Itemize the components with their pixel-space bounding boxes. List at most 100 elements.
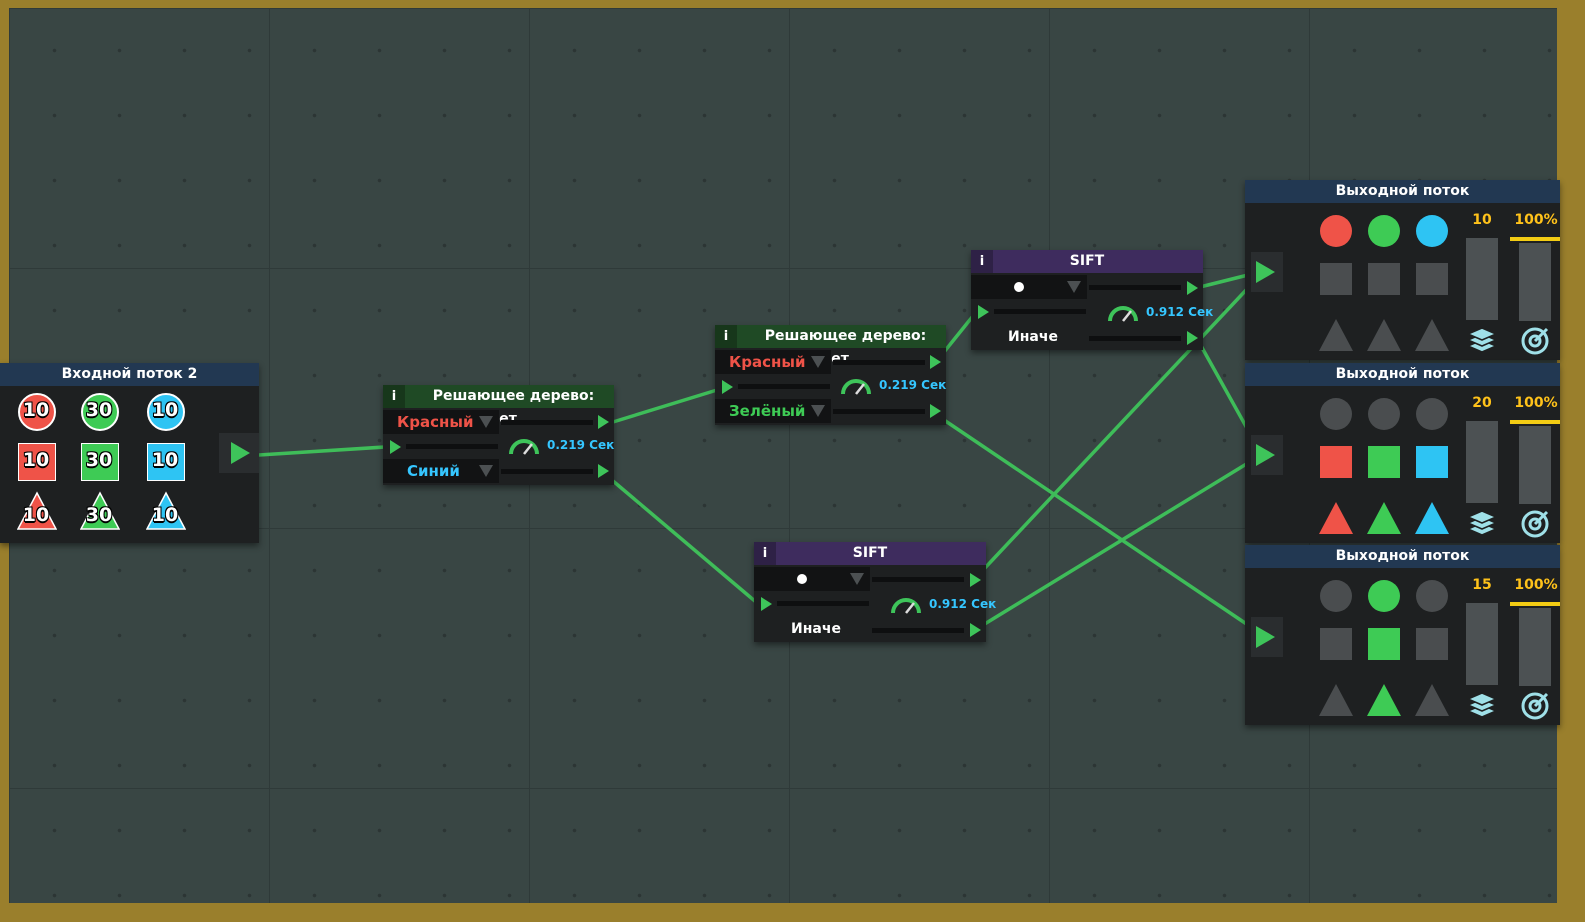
play-triangle-icon: [1256, 444, 1275, 466]
play-triangle-icon: [1256, 626, 1275, 648]
count-bar: [1466, 421, 1498, 503]
input-item-triangle-red: 10: [17, 491, 57, 537]
item-count: 30: [85, 504, 113, 526]
chevron-down-icon: [479, 416, 493, 428]
target-icon[interactable]: [1520, 691, 1550, 721]
output-port-icon[interactable]: [930, 404, 941, 418]
target-icon[interactable]: [1520, 326, 1550, 356]
item-count: 10: [151, 399, 179, 421]
output-stream-node-1[interactable]: Выходной поток 10 100%: [1245, 180, 1560, 360]
target-circle-green: [1368, 580, 1400, 612]
decision-tree-node-2[interactable]: i Решающее дерево: цвет Красный 0.219 Се…: [715, 325, 946, 425]
input-port-icon[interactable]: [722, 380, 733, 394]
info-icon[interactable]: i: [383, 385, 405, 408]
target-triangle-gray: [1319, 319, 1353, 351]
target-triangle-blue: [1415, 502, 1449, 534]
shape-select[interactable]: [971, 275, 1087, 299]
output-port-icon[interactable]: [930, 355, 941, 369]
input-item-circle-green: 30: [80, 392, 120, 432]
speed-value: 0.219 Сек: [879, 378, 947, 392]
target-circle-gray: [1416, 398, 1448, 430]
output-percent: 100%: [1514, 577, 1558, 593]
count-bar: [1466, 238, 1498, 320]
item-count: 10: [22, 399, 50, 421]
color-select-1[interactable]: Красный: [715, 350, 831, 374]
target-triangle-green: [1367, 684, 1401, 716]
else-label: Иначе: [791, 621, 841, 637]
target-square-gray: [1416, 263, 1448, 295]
info-icon[interactable]: i: [971, 250, 993, 273]
output-input-port[interactable]: [1251, 252, 1283, 292]
input-play-button[interactable]: [219, 433, 259, 473]
layers-icon: [1467, 510, 1497, 536]
sift-node-1[interactable]: i SIFT 0.912 Сек Иначе: [971, 250, 1213, 350]
else-output-port-icon[interactable]: [970, 623, 981, 637]
color-select-2[interactable]: Зелёный: [715, 399, 831, 423]
output-port-icon[interactable]: [1187, 281, 1198, 295]
percent-progress-bar: [1510, 237, 1560, 241]
target-triangle-gray: [1415, 319, 1449, 351]
target-circle-green: [1368, 215, 1400, 247]
color-select-1[interactable]: Красный: [383, 410, 499, 434]
item-count: 10: [151, 449, 179, 471]
speed-gauge-icon: [841, 379, 871, 395]
percent-bar: [1519, 426, 1551, 504]
sift-node-2[interactable]: i SIFT 0.912 Сек Иначе: [754, 542, 996, 642]
speed-value: 0.219 Сек: [547, 438, 615, 452]
count-bar: [1466, 603, 1498, 685]
output-input-port[interactable]: [1251, 435, 1283, 475]
decision-tree-node-1[interactable]: i Решающее дерево: цвет Красный 0.219 Се…: [383, 385, 614, 485]
sift-node-title: SIFT: [852, 545, 888, 561]
shape-select[interactable]: [754, 567, 870, 591]
input-item-circle-red: 10: [17, 392, 57, 432]
info-icon[interactable]: i: [715, 325, 737, 348]
output-node-title: Выходной поток: [1245, 180, 1560, 203]
output-stream-node-3[interactable]: Выходной поток 15 100%: [1245, 545, 1560, 725]
else-output-port-icon[interactable]: [1187, 331, 1198, 345]
target-circle-gray: [1368, 398, 1400, 430]
target-circle-blue: [1416, 215, 1448, 247]
percent-progress-bar: [1510, 602, 1560, 606]
output-count: 10: [1472, 212, 1492, 228]
target-square-gray: [1320, 263, 1352, 295]
chevron-down-icon: [850, 573, 864, 585]
input-port-icon[interactable]: [390, 440, 401, 454]
output-stream-node-2[interactable]: Выходной поток 20 100%: [1245, 363, 1560, 543]
play-triangle-icon: [1256, 261, 1275, 283]
input-item-triangle-blue: 10: [146, 491, 186, 537]
target-triangle-green: [1367, 502, 1401, 534]
output-node-title: Выходной поток: [1245, 363, 1560, 386]
output-count: 15: [1472, 577, 1492, 593]
output-input-port[interactable]: [1251, 617, 1283, 657]
speed-gauge-icon: [1108, 306, 1138, 322]
target-square-green: [1368, 446, 1400, 478]
input-port-icon[interactable]: [978, 305, 989, 319]
sift-node-title: SIFT: [1069, 253, 1105, 269]
output-port-icon[interactable]: [598, 415, 609, 429]
target-circle-gray: [1320, 580, 1352, 612]
output-count: 20: [1472, 395, 1492, 411]
color-select-2[interactable]: Синий: [383, 459, 499, 483]
target-triangle-gray: [1367, 319, 1401, 351]
target-square-gray: [1320, 628, 1352, 660]
chevron-down-icon: [811, 356, 825, 368]
output-percent: 100%: [1514, 212, 1558, 228]
target-icon[interactable]: [1520, 509, 1550, 539]
item-count: 30: [85, 449, 113, 471]
input-stream-node[interactable]: Входной поток 2 10 30 10 10 30 10 10 30 10: [0, 363, 259, 543]
speed-gauge-icon: [891, 598, 921, 614]
output-port-icon[interactable]: [970, 573, 981, 587]
speed-value: 0.912 Сек: [1146, 305, 1214, 319]
target-square-red: [1320, 446, 1352, 478]
info-icon[interactable]: i: [754, 542, 776, 565]
input-item-square-green: 30: [80, 442, 120, 482]
item-count: 30: [85, 399, 113, 421]
play-triangle-icon: [231, 442, 250, 464]
target-circle-gray: [1320, 398, 1352, 430]
item-count: 10: [151, 504, 179, 526]
circle-dot-icon: [1014, 282, 1024, 292]
speed-value: 0.912 Сек: [929, 597, 997, 611]
input-item-square-blue: 10: [146, 442, 186, 482]
output-port-icon[interactable]: [598, 464, 609, 478]
input-port-icon[interactable]: [761, 597, 772, 611]
